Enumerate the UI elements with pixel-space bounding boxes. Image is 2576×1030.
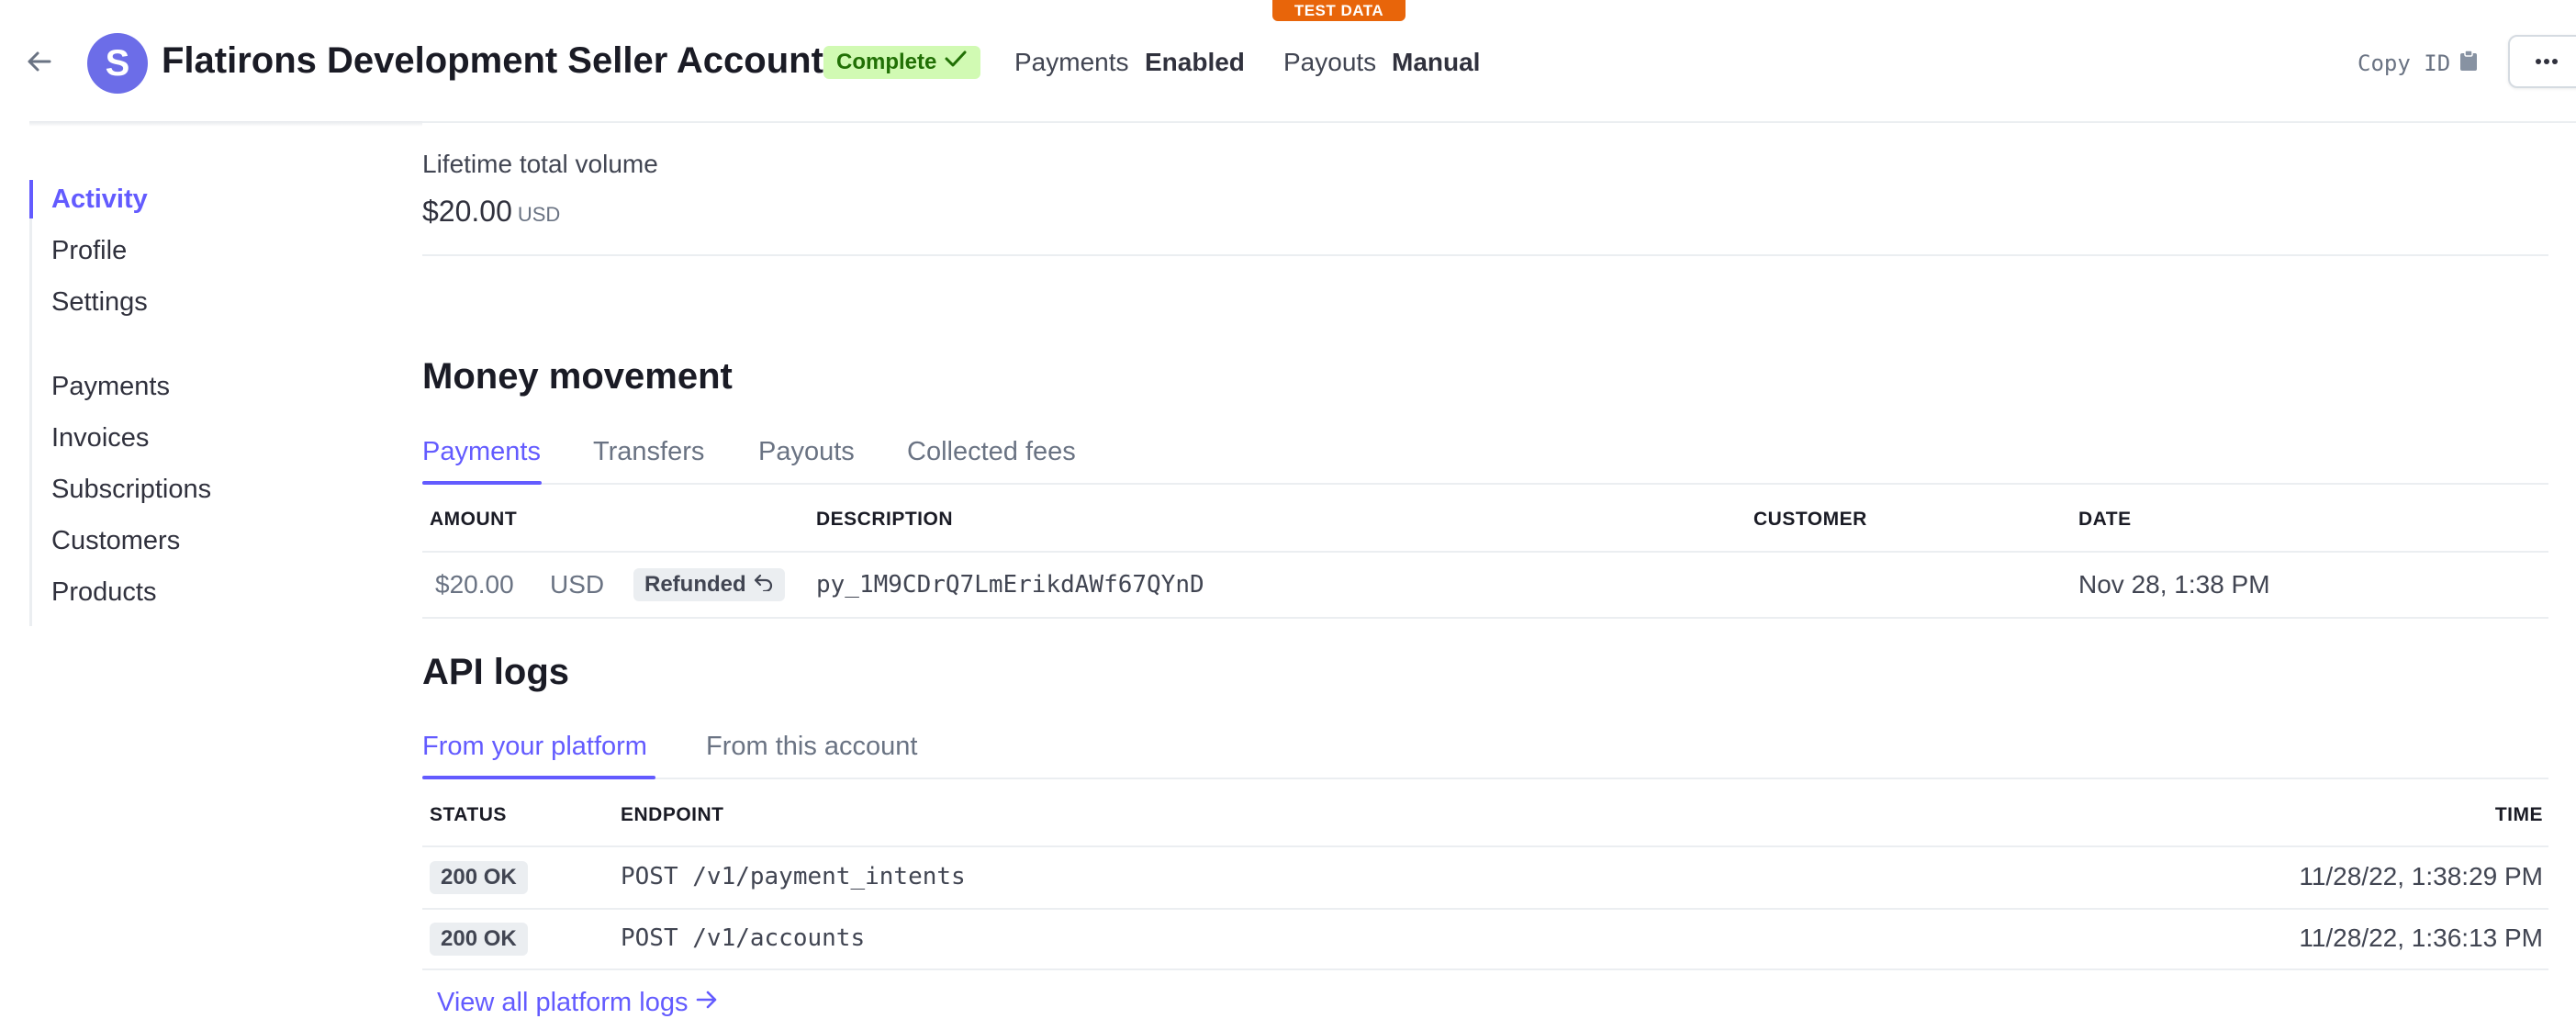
table-row-divider [422, 968, 2548, 970]
payments-status-value: Enabled [1145, 48, 1245, 76]
money-movement-title: Money movement [422, 356, 733, 397]
lifetime-volume-value: $20.00 USD [422, 195, 560, 229]
api-logs-title: API logs [422, 652, 570, 692]
sidebar-item-payments[interactable]: Payments [51, 372, 170, 402]
tabs-baseline [422, 778, 2548, 779]
payment-description: py_1M9CDrQ7LmErikdAWf67QYnD [816, 571, 1204, 599]
account-title: Flatirons Development Seller Account [162, 40, 823, 81]
view-all-label: View all platform logs [437, 988, 689, 1017]
log-time: 11/28/22, 1:36:13 PM [2299, 924, 2543, 952]
status-code-badge: 200 OK [430, 861, 528, 894]
copy-id-button[interactable]: Copy ID [2358, 50, 2478, 77]
payment-amount: $20.00 [435, 570, 514, 599]
tab-from-this-account[interactable]: From this account [706, 732, 917, 762]
test-data-badge: TEST DATA [1272, 0, 1406, 21]
column-header-description: DESCRIPTION [816, 509, 954, 530]
status-code-badge: 200 OK [430, 923, 528, 956]
tab-transfers[interactable]: Transfers [593, 437, 704, 467]
payment-date: Nov 28, 1:38 PM [2078, 570, 2270, 599]
tab-collected-fees[interactable]: Collected fees [907, 437, 1076, 467]
arrow-right-icon [695, 988, 719, 1018]
sidebar-item-products[interactable]: Products [51, 577, 156, 608]
active-tab-underline [422, 481, 542, 485]
section-divider [422, 254, 2548, 256]
payouts-status-label: Payouts [1283, 48, 1377, 76]
column-header-customer: CUSTOMER [1753, 509, 1867, 530]
log-endpoint: POST /v1/payment_intents [621, 863, 966, 890]
lifetime-volume-currency: USD [517, 203, 561, 226]
table-row[interactable]: 200 OK POST /v1/accounts 11/28/22, 1:36:… [422, 910, 2548, 968]
lifetime-volume-label: Lifetime total volume [422, 150, 658, 178]
log-endpoint: POST /v1/accounts [621, 924, 866, 952]
sidebar-item-subscriptions[interactable]: Subscriptions [51, 475, 211, 505]
payments-status-label: Payments [1014, 48, 1129, 76]
account-avatar: S [87, 33, 148, 94]
copy-id-label: Copy ID [2358, 50, 2451, 76]
checkmark-icon [944, 46, 968, 79]
lifetime-volume-amount: $20.00 [422, 195, 512, 228]
column-header-time: TIME [2494, 804, 2543, 825]
active-tab-underline [422, 776, 655, 779]
column-header-endpoint: ENDPOINT [621, 804, 724, 825]
status-badge: Complete [823, 46, 981, 79]
clipboard-icon [2459, 50, 2478, 77]
refunded-badge: Refunded [633, 568, 785, 601]
tab-payments[interactable]: Payments [422, 437, 541, 467]
more-options-button[interactable] [2508, 35, 2576, 88]
column-header-status: STATUS [430, 804, 507, 825]
header-shadow [29, 121, 422, 127]
column-header-amount: AMOUNT [430, 509, 518, 530]
payment-currency: USD [550, 570, 605, 599]
sidebar-item-customers[interactable]: Customers [51, 526, 180, 556]
sidebar-item-settings[interactable]: Settings [51, 287, 148, 318]
tabs-baseline [422, 483, 2548, 485]
payouts-status-value: Manual [1392, 48, 1481, 76]
sidebar-item-activity[interactable]: Activity [51, 185, 148, 215]
column-header-date: DATE [2078, 509, 2132, 530]
more-dots-icon [2535, 53, 2559, 70]
sidebar-item-invoices[interactable]: Invoices [51, 423, 149, 453]
table-row-divider [422, 617, 2548, 619]
sidebar-rail [29, 180, 32, 626]
status-badge-label: Complete [836, 50, 937, 74]
tab-from-your-platform[interactable]: From your platform [422, 732, 647, 762]
tab-payouts[interactable]: Payouts [758, 437, 855, 467]
refunded-badge-label: Refunded [644, 572, 746, 597]
refund-arrow-icon [754, 568, 774, 601]
log-time: 11/28/22, 1:38:29 PM [2299, 862, 2543, 890]
table-row[interactable]: 200 OK POST /v1/payment_intents 11/28/22… [422, 847, 2548, 908]
view-all-platform-logs-link[interactable]: View all platform logs [437, 988, 719, 1018]
sidebar-active-indicator [29, 180, 33, 218]
sidebar-item-profile[interactable]: Profile [51, 236, 127, 266]
table-row[interactable]: $20.00 USD Refunded py_1M9CDrQ7LmErikdAW… [422, 553, 2548, 617]
back-arrow-icon[interactable] [24, 46, 55, 77]
